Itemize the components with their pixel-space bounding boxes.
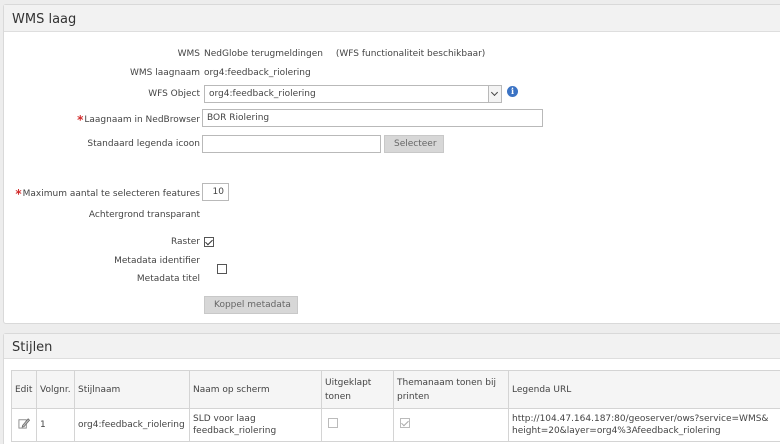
wfs-availability-note: (WFS functionaliteit beschikbaar) [335, 49, 486, 59]
screen-name-cell: SLD voor laag feedback_riolering [189, 408, 322, 442]
table-row: 1 org4:feedback_riolering SLD voor laag … [11, 408, 780, 442]
styles-panel: Stijlen Edit Volgnr. Stijlnaam Naam op s… [3, 333, 780, 444]
styles-table-header: Edit Volgnr. Stijlnaam Naam op scherm Ui… [11, 370, 780, 409]
transparent-checkbox[interactable] [204, 237, 214, 247]
col-style-name: Stijlnaam [74, 370, 190, 409]
col-edit: Edit [11, 370, 37, 409]
wms-layer-panel: WMS laag WMS NedGlobe terugmeldingen (WF… [3, 4, 780, 324]
select-legend-button[interactable]: Selecteer [384, 135, 444, 153]
max-features-input[interactable]: 10 [202, 183, 229, 201]
layer-name-label: *Laagnaam in NedBrowser [77, 113, 200, 127]
required-marker: * [77, 113, 84, 127]
required-marker: * [15, 187, 22, 201]
metadata-identifier-label: Metadata identifier [114, 256, 200, 266]
legend-url-cell: http://104.47.164.187:80/geoserver/ows?s… [508, 408, 780, 442]
raster-checkbox[interactable] [216, 264, 227, 274]
wms-layer-value: org4:feedback_riolering [204, 68, 311, 78]
styles-panel-title: Stijlen [4, 334, 780, 359]
wfs-object-selected: org4:feedback_riolering [209, 89, 316, 99]
col-order: Volgnr. [36, 370, 75, 409]
order-cell: 1 [36, 408, 75, 442]
style-name-cell: org4:feedback_riolering [74, 408, 190, 442]
expanded-checkbox[interactable] [328, 418, 338, 428]
theme-name-checkbox[interactable] [400, 418, 410, 428]
expanded-cell [321, 408, 394, 442]
legend-icon-label: Standaard legenda icoon [87, 139, 200, 149]
styles-table: Edit Volgnr. Stijlnaam Naam op scherm Ui… [11, 370, 780, 442]
info-icon[interactable]: i [507, 86, 518, 97]
theme-name-cell [393, 408, 509, 442]
wms-label: WMS [177, 49, 200, 59]
wfs-object-select[interactable]: org4:feedback_riolering [204, 85, 502, 103]
col-theme-name: Themanaam tonen bij printen [393, 370, 509, 409]
wfs-object-label: WFS Object [148, 89, 200, 99]
wms-layer-label: WMS laagnaam [130, 68, 200, 78]
metadata-title-label: Metadata titel [136, 274, 200, 284]
edit-pencil-icon[interactable] [18, 417, 30, 429]
wms-panel-title: WMS laag [4, 5, 780, 32]
wms-value: NedGlobe terugmeldingen (WFS functionali… [204, 49, 485, 59]
col-screen-name: Naam op scherm [189, 370, 322, 409]
chevron-down-icon[interactable] [488, 86, 501, 102]
max-features-label: *Maximum aantal te selecteren features [15, 187, 200, 201]
link-metadata-button[interactable]: Koppel metadata [204, 296, 298, 314]
col-legend-url: Legenda URL [508, 370, 780, 409]
transparent-label: Achtergrond transparant [88, 210, 200, 220]
col-expanded: Uitgeklapt tonen [321, 370, 394, 409]
legend-icon-input[interactable] [202, 135, 381, 153]
wms-name: NedGlobe terugmeldingen [204, 49, 323, 59]
raster-label: Raster [170, 237, 200, 247]
edit-cell [11, 408, 37, 442]
layer-name-input[interactable]: BOR Riolering [202, 109, 543, 127]
